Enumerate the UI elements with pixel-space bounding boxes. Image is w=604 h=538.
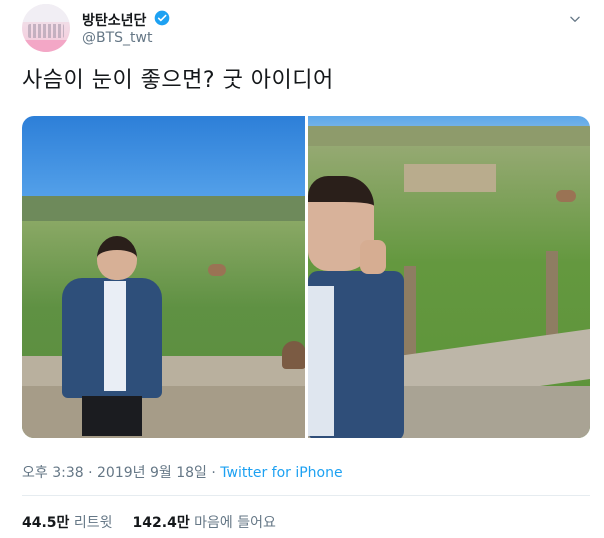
tweet-text: 사슴이 눈이 좋으면? 굿 아이디어 bbox=[22, 68, 334, 93]
deer bbox=[556, 190, 576, 202]
display-name[interactable]: 방탄소년단 bbox=[82, 10, 146, 30]
deer bbox=[208, 264, 226, 276]
retweets-stat[interactable]: 44.5만 리트윗 bbox=[22, 515, 113, 531]
likes-count: 142.4만 bbox=[132, 515, 190, 531]
verified-badge-icon bbox=[154, 10, 170, 26]
tweet-header: 방탄소년단 @BTS_twt bbox=[22, 4, 592, 54]
likes-stat[interactable]: 142.4만 마음에 들어요 bbox=[133, 515, 276, 531]
avatar[interactable] bbox=[22, 4, 70, 52]
tweet-stats: 44.5만 리트윗 142.4만 마음에 들어요 bbox=[22, 512, 276, 532]
photo-1[interactable] bbox=[22, 116, 305, 438]
tweet-media bbox=[22, 116, 590, 438]
likes-label: 마음에 들어요 bbox=[194, 515, 276, 531]
meta-separator: · bbox=[206, 465, 221, 481]
chevron-down-icon[interactable] bbox=[568, 12, 582, 26]
tweet-timestamp: 오후 3:38 · 2019년 9월 18일 · Twitter for iPh… bbox=[22, 462, 343, 482]
dog bbox=[282, 341, 305, 369]
tweet-time[interactable]: 오후 3:38 bbox=[22, 465, 84, 481]
divider bbox=[22, 495, 590, 496]
user-handle[interactable]: @BTS_twt bbox=[82, 30, 152, 46]
tweet-source[interactable]: Twitter for iPhone bbox=[220, 465, 342, 481]
photo-2[interactable] bbox=[308, 116, 590, 438]
retweets-label: 리트윗 bbox=[73, 515, 113, 531]
person bbox=[308, 176, 428, 438]
tweet-date[interactable]: 2019년 9월 18일 bbox=[97, 465, 207, 481]
meta-separator: · bbox=[83, 465, 98, 481]
person bbox=[42, 236, 162, 436]
retweets-count: 44.5만 bbox=[22, 515, 70, 531]
